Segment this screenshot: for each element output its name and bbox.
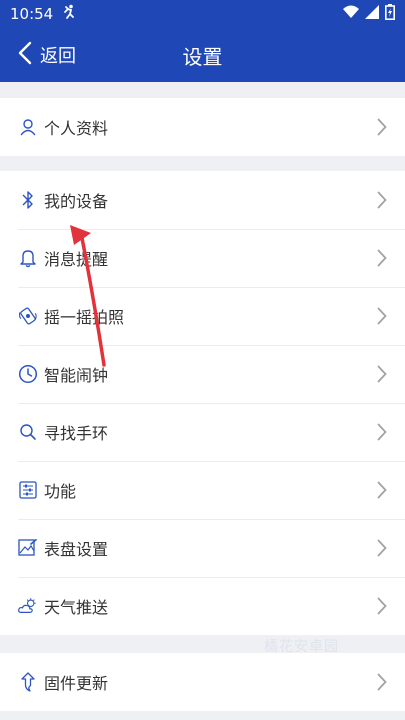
chevron-right-icon bbox=[377, 345, 387, 403]
settings-item-shake-photo[interactable]: 摇一摇拍照 bbox=[0, 287, 405, 345]
chevron-right-icon bbox=[377, 98, 387, 156]
settings-item-my-device[interactable]: 我的设备 bbox=[0, 171, 405, 229]
nav-bar: 返回 设置 bbox=[0, 28, 405, 82]
settings-item-label: 个人资料 bbox=[44, 119, 109, 138]
settings-item-label: 固件更新 bbox=[44, 674, 109, 693]
bluetooth-icon bbox=[18, 190, 38, 210]
clock-icon bbox=[18, 364, 38, 384]
watchface-icon bbox=[18, 538, 38, 558]
weather-icon bbox=[18, 596, 38, 616]
settings-item-find-band[interactable]: 寻找手环 bbox=[0, 403, 405, 461]
chevron-right-icon bbox=[377, 171, 387, 229]
settings-item-label: 我的设备 bbox=[44, 192, 109, 211]
firmware-update-icon bbox=[18, 672, 38, 692]
settings-item-label: 智能闹钟 bbox=[44, 366, 109, 385]
settings-group-profile: 个人资料 bbox=[0, 98, 405, 156]
settings-group-device: 我的设备 消息提醒 摇一摇拍照 智能闹钟 寻找手环 功能 表盘设置 天气推送 bbox=[0, 171, 405, 635]
bell-icon bbox=[18, 248, 38, 268]
wifi-icon bbox=[343, 5, 359, 23]
settings-item-label: 天气推送 bbox=[44, 598, 109, 617]
settings-item-label: 表盘设置 bbox=[44, 540, 109, 559]
sliders-icon bbox=[18, 480, 38, 500]
search-icon bbox=[18, 422, 38, 442]
back-button[interactable]: 返回 bbox=[18, 28, 76, 82]
status-time: 10:54 bbox=[10, 5, 54, 23]
settings-item-watch-face[interactable]: 表盘设置 bbox=[0, 519, 405, 577]
chevron-right-icon bbox=[377, 519, 387, 577]
status-bar: 10:54 bbox=[0, 0, 405, 28]
chevron-right-icon bbox=[377, 229, 387, 287]
settings-item-functions[interactable]: 功能 bbox=[0, 461, 405, 519]
watermark: 橘花安卓园 bbox=[264, 639, 339, 655]
back-label: 返回 bbox=[40, 46, 76, 67]
settings-item-notifications[interactable]: 消息提醒 bbox=[0, 229, 405, 287]
chevron-left-icon bbox=[18, 41, 32, 69]
settings-item-label: 消息提醒 bbox=[44, 250, 109, 269]
signal-icon bbox=[365, 5, 379, 23]
settings-group-firmware: 固件更新 bbox=[0, 653, 405, 711]
settings-item-weather-push[interactable]: 天气推送 bbox=[0, 577, 405, 635]
chevron-right-icon bbox=[377, 653, 387, 711]
settings-item-label: 功能 bbox=[44, 482, 77, 501]
person-icon bbox=[18, 117, 38, 137]
settings-item-label: 摇一摇拍照 bbox=[44, 308, 125, 327]
settings-item-label: 寻找手环 bbox=[44, 424, 109, 443]
settings-item-profile[interactable]: 个人资料 bbox=[0, 98, 405, 156]
chevron-right-icon bbox=[377, 403, 387, 461]
settings-item-smart-alarm[interactable]: 智能闹钟 bbox=[0, 345, 405, 403]
settings-item-firmware-update[interactable]: 固件更新 bbox=[0, 653, 405, 711]
chevron-right-icon bbox=[377, 287, 387, 345]
chevron-right-icon bbox=[377, 577, 387, 635]
battery-icon bbox=[385, 4, 395, 24]
shake-camera-icon bbox=[18, 306, 38, 326]
running-person-icon bbox=[61, 4, 77, 24]
chevron-right-icon bbox=[377, 461, 387, 519]
